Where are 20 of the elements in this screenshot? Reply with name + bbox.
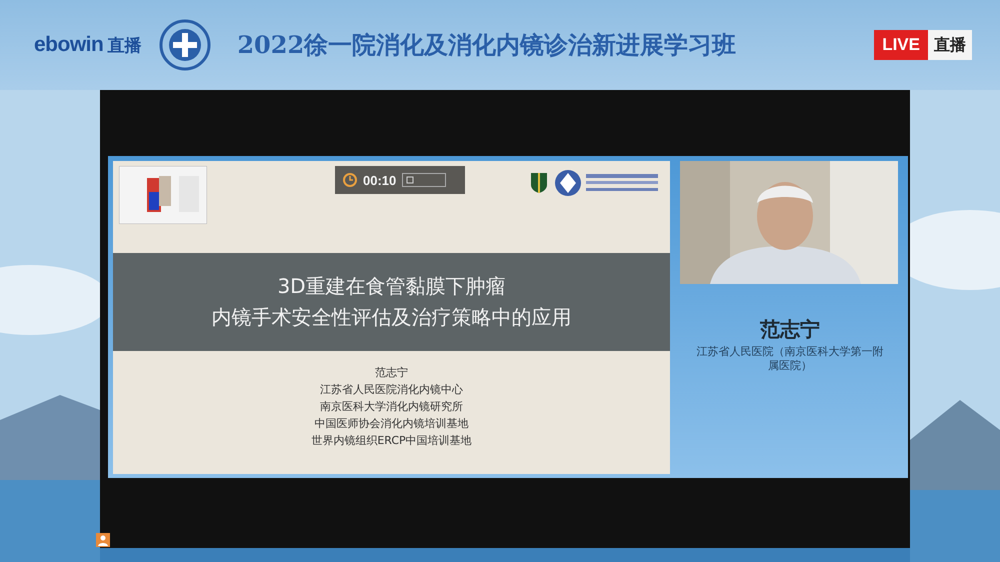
slide-title: 3D重建在食管黏膜下肿瘤 [277,273,506,300]
slide-title: 内镜手术安全性评估及治疗策略中的应用 [212,304,572,331]
brand-suffix: 直播 [107,34,142,56]
event-title: 2022徐一院消化及消化内镜诊治新进展学习班 [237,29,736,61]
live-label: 直播 [928,30,972,60]
hospital-emblem-icon [159,19,212,71]
crest-icon [530,172,548,194]
live-badge: LIVE [874,30,928,60]
speaker-affiliation: 江苏省人民医院（南京医科大学第一附属医院） [696,345,884,373]
author-line: 南京医科大学消化内镜研究所 [320,399,463,415]
timer-text: 00:10 [363,172,396,188]
user-icon [96,533,110,547]
author-line: 世界内镜组织ERCP中国培训基地 [311,433,472,449]
author-line: 中国医师协会消化内镜培训基地 [314,416,468,432]
author-line: 范志宁 [375,365,408,381]
clock-icon [343,173,357,187]
brand-logo: ebowin [34,33,104,57]
speaker-name: 范志宁 [759,316,821,343]
author-line: 江苏省人民医院消化内镜中心 [320,382,463,398]
stop-share-icon[interactable] [402,173,446,187]
